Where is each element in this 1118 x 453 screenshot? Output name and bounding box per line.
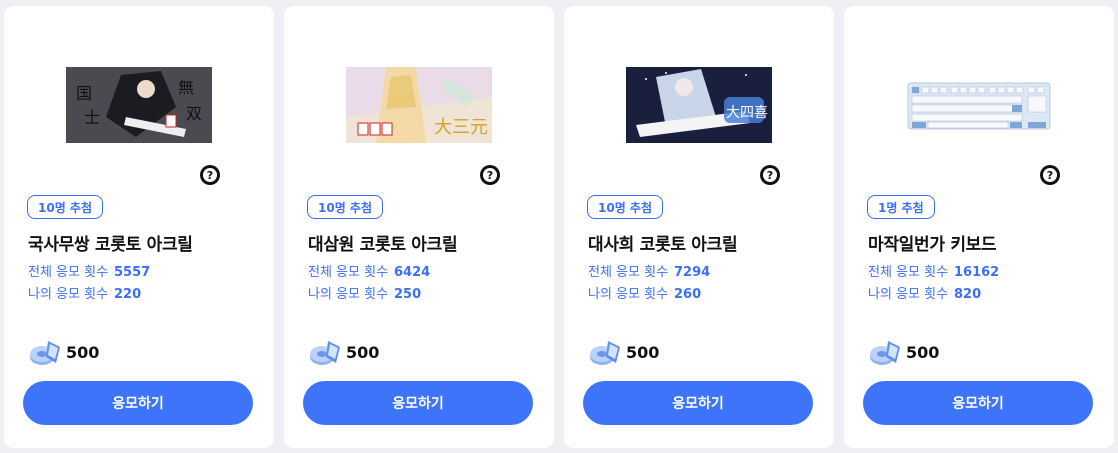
entry-cost: 500 [28,337,99,367]
winner-count-badge: 10명 추첨 [27,195,103,219]
entry-cost: 500 [308,337,379,367]
prize-card: 大三元 ? 10명 추첨 대삼원 코롯토 아크릴 전체 응모 횟수 6424 나의… [284,6,554,448]
total-entries-label: 전체 응모 횟수 [28,265,109,280]
prize-image: 大三元 [346,67,492,143]
enter-button[interactable]: 응모하기 [583,381,813,425]
my-entries: 나의 응모 횟수 250 [308,283,421,302]
entry-cost: 500 [868,337,939,367]
coin-ticket-icon [30,341,60,365]
total-entries: 전체 응모 횟수 6424 [308,261,430,280]
winner-count-badge: 1명 추첨 [867,195,935,219]
my-entries-value: 260 [674,287,702,302]
winner-count-badge: 10명 추첨 [307,195,383,219]
winner-count-badge: 10명 추첨 [587,195,663,219]
total-entries-value: 5557 [114,265,151,280]
my-entries: 나의 응모 횟수 260 [588,283,701,302]
svg-text:双: 双 [186,104,202,123]
coin-ticket-icon [590,341,620,365]
entry-cost: 500 [588,337,659,367]
total-entries-label: 전체 응모 횟수 [588,265,669,280]
prize-image: 国 士 無 双 [66,67,212,143]
prize-title: 대삼원 코롯토 아크릴 [308,235,458,255]
total-entries-label: 전체 응모 횟수 [308,265,389,280]
my-entries-value: 250 [394,287,422,302]
prize-title: 국사무쌍 코롯토 아크릴 [28,235,193,255]
total-entries: 전체 응모 횟수 16162 [868,261,999,280]
my-entries: 나의 응모 횟수 820 [868,283,981,302]
cost-value: 500 [66,342,100,362]
svg-text:大三元: 大三元 [434,117,488,138]
my-entries-label: 나의 응모 횟수 [868,287,949,302]
my-entries-label: 나의 응모 횟수 [308,287,389,302]
total-entries: 전체 응모 횟수 7294 [588,261,710,280]
prize-image [906,67,1052,143]
cost-value: 500 [906,342,940,362]
prize-title: 대사희 코롯토 아크릴 [588,235,738,255]
svg-text:士: 士 [84,108,100,127]
enter-button[interactable]: 응모하기 [23,381,253,425]
my-entries-label: 나의 응모 횟수 [588,287,669,302]
total-entries-value: 7294 [674,265,711,280]
prize-card: 国 士 無 双 ? 10명 추첨 국사무쌍 코롯토 아크릴 전체 응모 횟수 55… [4,6,274,448]
cost-value: 500 [346,342,380,362]
svg-text:国: 国 [76,84,92,103]
total-entries: 전체 응모 횟수 5557 [28,261,150,280]
prize-card: 大四喜 ? 10명 추첨 대사희 코롯토 아크릴 전체 응모 횟수 7294 나의… [564,6,834,448]
prize-title: 마작일번가 키보드 [868,235,997,255]
help-icon[interactable]: ? [1040,165,1060,185]
total-entries-label: 전체 응모 횟수 [868,265,949,280]
help-icon[interactable]: ? [480,165,500,185]
coin-ticket-icon [310,341,340,365]
total-entries-value: 16162 [954,265,1000,280]
my-entries-label: 나의 응모 횟수 [28,287,109,302]
help-icon[interactable]: ? [760,165,780,185]
my-entries: 나의 응모 횟수 220 [28,283,141,302]
prize-image: 大四喜 [626,67,772,143]
my-entries-value: 820 [954,287,982,302]
my-entries-value: 220 [114,287,142,302]
svg-text:無: 無 [178,78,194,97]
help-icon[interactable]: ? [200,165,220,185]
enter-button[interactable]: 응모하기 [303,381,533,425]
total-entries-value: 6424 [394,265,431,280]
coin-ticket-icon [870,341,900,365]
prize-grid: 国 士 無 双 ? 10명 추첨 국사무쌍 코롯토 아크릴 전체 응모 횟수 55… [0,0,1118,453]
svg-text:大四喜: 大四喜 [726,105,768,121]
enter-button[interactable]: 응모하기 [863,381,1093,425]
prize-card: ? 1명 추첨 마작일번가 키보드 전체 응모 횟수 16162 나의 응모 횟수… [844,6,1114,448]
cost-value: 500 [626,342,660,362]
